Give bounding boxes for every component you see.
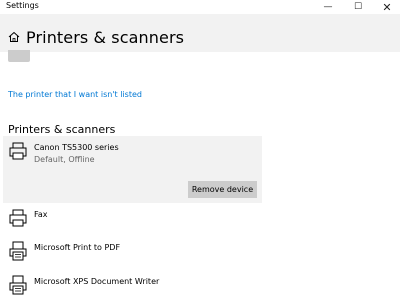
device-name: Microsoft XPS Document Writer: [34, 277, 160, 286]
window-titlebar: Settings — ☐ ✕: [0, 0, 400, 14]
page-title: Printers & scanners: [26, 28, 185, 47]
printer-doc-icon: [9, 241, 27, 261]
device-item-canon[interactable]: Canon TS5300 series Default, Offline: [8, 141, 258, 167]
device-item-xps-writer[interactable]: Microsoft XPS Document Writer: [8, 275, 258, 301]
window-title: Settings: [6, 1, 39, 10]
device-item-fax[interactable]: Fax: [8, 208, 258, 234]
printer-not-listed-link[interactable]: The printer that I want isn't listed: [8, 90, 142, 99]
add-device-button-partial[interactable]: [8, 50, 30, 62]
maximize-icon: ☐: [353, 2, 363, 12]
device-status: Default, Offline: [34, 155, 95, 164]
home-icon[interactable]: [8, 31, 20, 43]
section-title: Printers & scanners: [8, 123, 116, 136]
close-button[interactable]: ✕: [372, 0, 400, 14]
maximize-button[interactable]: ☐: [343, 0, 373, 14]
close-icon: ✕: [382, 0, 392, 14]
device-item-print-to-pdf[interactable]: Microsoft Print to PDF: [8, 241, 258, 267]
minimize-button[interactable]: —: [313, 0, 343, 14]
device-name: Microsoft Print to PDF: [34, 243, 121, 252]
printer-icon: [9, 142, 27, 160]
minimize-icon: —: [323, 2, 333, 12]
device-name: Canon TS5300 series: [34, 143, 119, 152]
device-name: Fax: [34, 210, 48, 219]
printer-icon: [9, 209, 27, 227]
printer-doc-icon: [9, 275, 27, 295]
remove-device-button[interactable]: Remove device: [188, 181, 257, 198]
